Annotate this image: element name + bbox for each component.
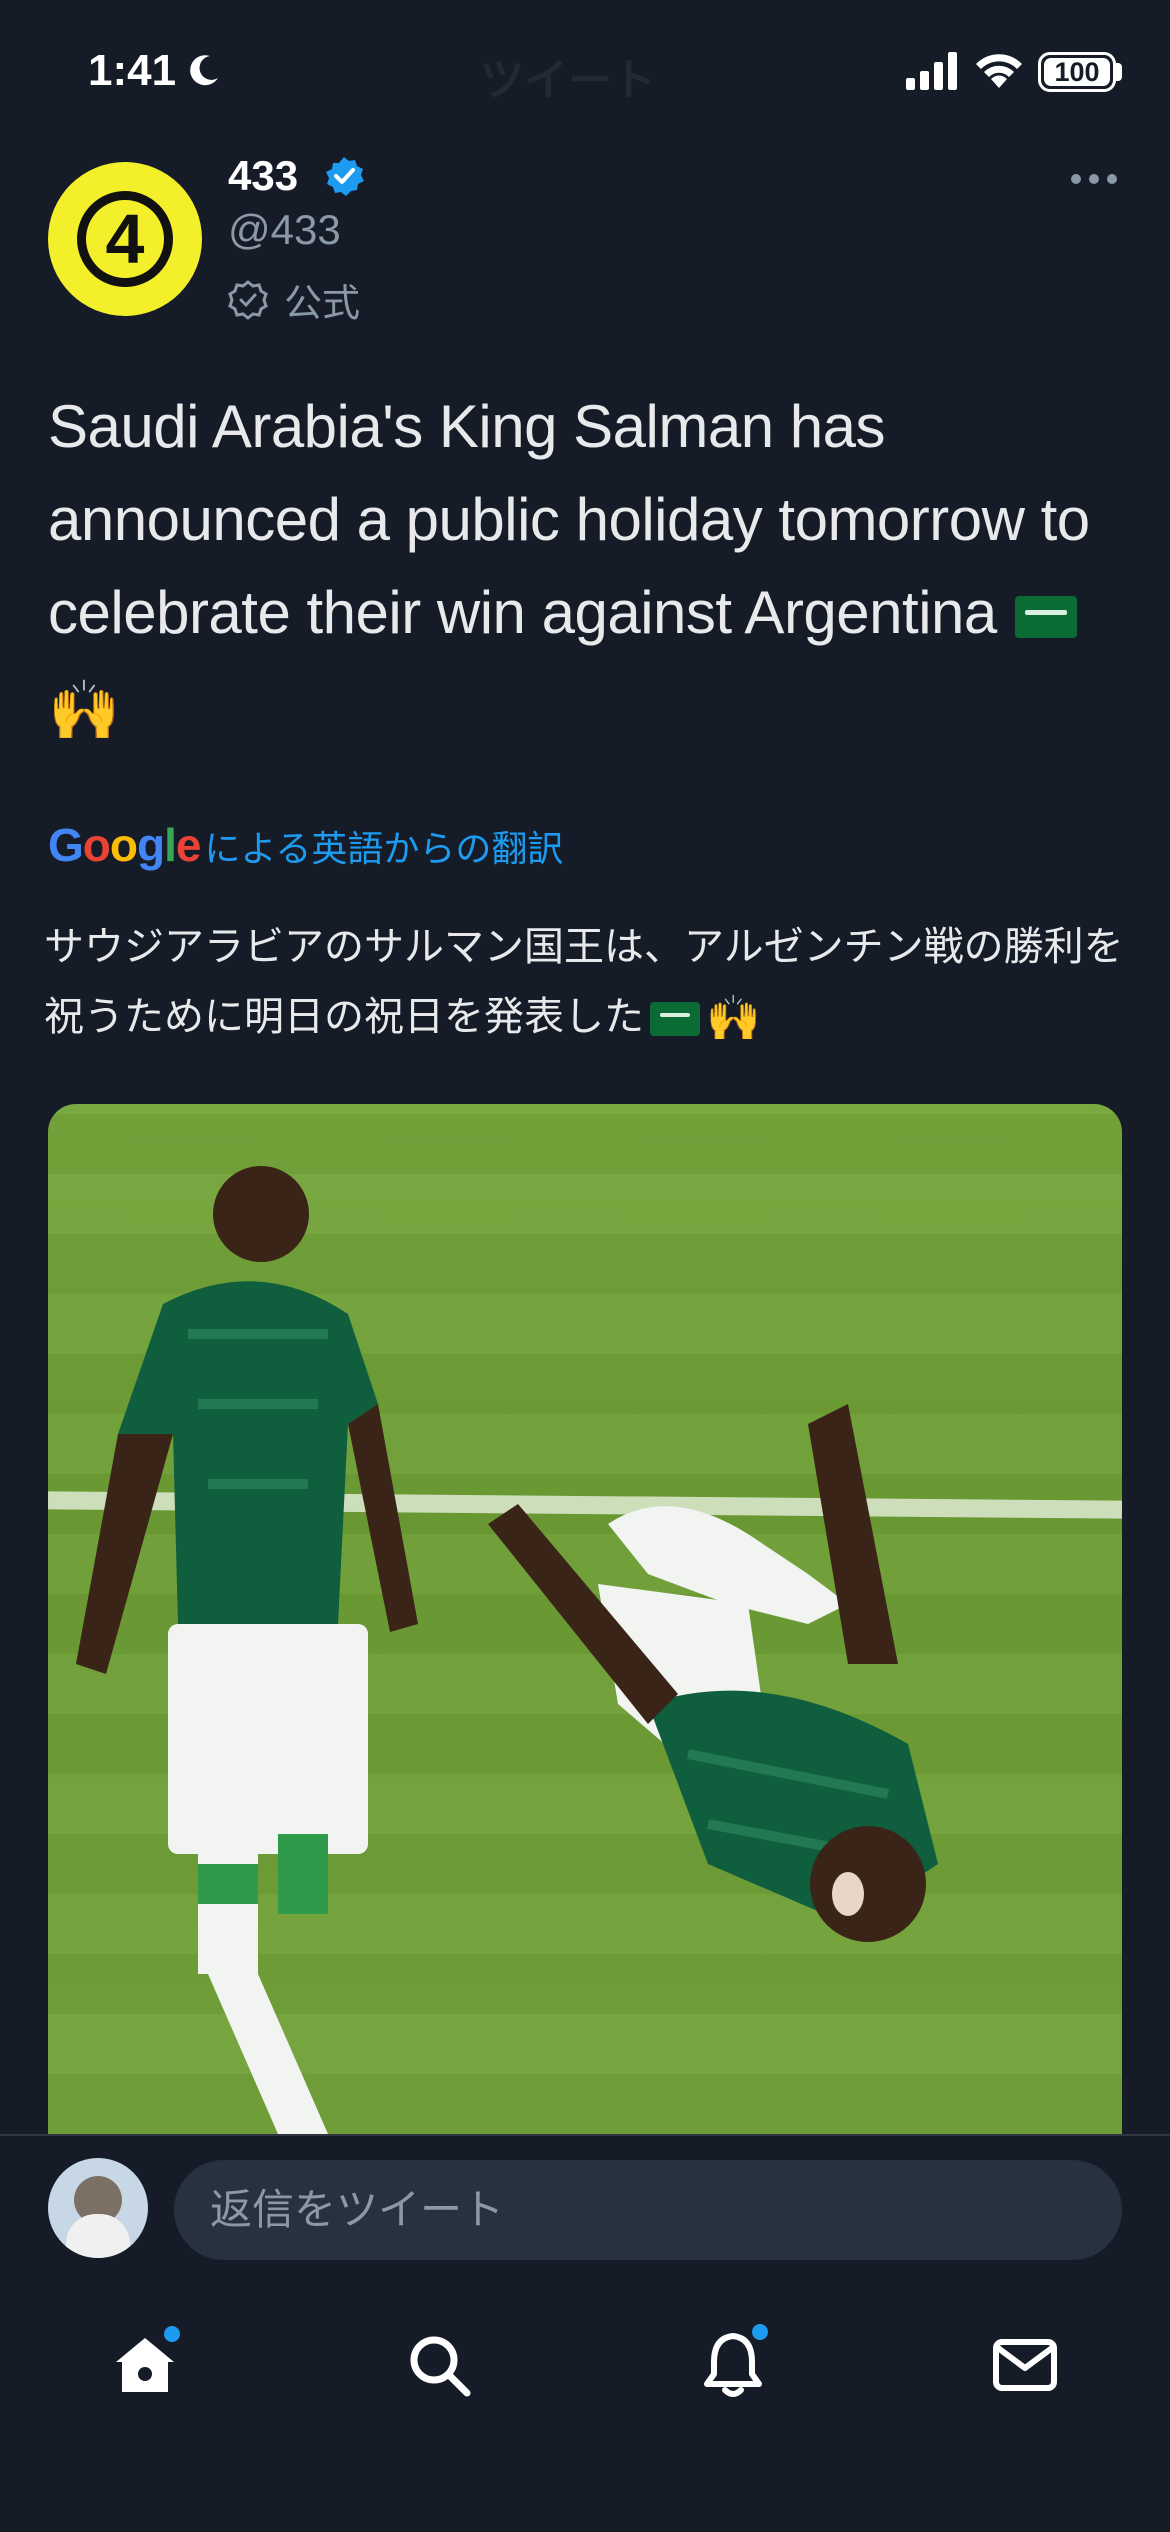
tab-search[interactable] — [394, 2320, 484, 2410]
tweet-detail-screen: 1:41 ツイート 100 4 433 @433 公式 Saudi Arabia… — [0, 0, 1170, 2532]
tab-home[interactable] — [100, 2320, 190, 2410]
status-time: 1:41 — [88, 46, 177, 95]
battery-tip — [1116, 63, 1122, 81]
bottom-tab-bar — [0, 2264, 1170, 2532]
mail-icon — [993, 2339, 1057, 2391]
raised-hands-emoji-translation: 🙌 — [706, 994, 761, 1044]
notification-dot — [752, 2324, 768, 2340]
home-notification-dot — [164, 2326, 180, 2342]
bell-icon — [704, 2333, 762, 2397]
official-badge-icon — [228, 279, 268, 320]
tab-notifications[interactable] — [688, 2320, 778, 2410]
author-handle[interactable]: @433 — [228, 206, 341, 254]
saudi-flag-icon — [1014, 596, 1077, 639]
translation-label: による英語からの翻訳 — [204, 828, 564, 869]
raised-hands-emoji: 🙌 — [48, 677, 120, 743]
players-illustration — [76, 1166, 938, 2134]
google-logo-letter: e — [175, 819, 202, 871]
author-avatar[interactable]: 4 — [48, 162, 202, 316]
reply-input[interactable] — [174, 2160, 1122, 2260]
status-bar: 1:41 ツイート 100 — [0, 0, 1170, 140]
saudi-flag-icon-translation — [650, 1002, 700, 1037]
google-logo-text: Google — [48, 819, 202, 871]
tweet-text-body: Saudi Arabia's King Salman has announced… — [48, 393, 1090, 646]
official-label-row: 公式 — [228, 272, 360, 327]
google-logo: Google — [48, 818, 202, 872]
author-display-name[interactable]: 433 — [228, 152, 298, 200]
tweet-text: Saudi Arabia's King Salman has announced… — [48, 380, 1128, 757]
google-logo-letter: o — [109, 819, 138, 871]
header-title: ツイート — [480, 56, 656, 105]
google-logo-letter: g — [137, 819, 165, 871]
tab-messages[interactable] — [980, 2320, 1070, 2410]
moon-icon — [190, 55, 218, 86]
translated-text: サウジアラビアのサルマン国王は、アルゼンチン戦の勝利を祝うために明日の祝日を発表… — [44, 912, 1134, 1054]
google-logo-letter: G — [48, 819, 84, 871]
reply-bar — [0, 2134, 1170, 2264]
google-logo-letter: o — [82, 819, 111, 871]
translated-text-body: サウジアラビアのサルマン国王は、アルゼンチン戦の勝利を祝うために明日の祝日を発表… — [44, 925, 1124, 1039]
translation-attribution[interactable]: Google による英語からの翻訳 — [48, 818, 563, 872]
tweet-photo[interactable] — [48, 1104, 1122, 2134]
more-options-icon[interactable] — [1070, 164, 1118, 194]
battery-indicator: 100 — [1038, 52, 1116, 92]
search-icon — [410, 2336, 471, 2397]
battery-level: 100 — [1054, 56, 1100, 87]
verified-badge-icon — [326, 157, 364, 196]
signal-icon — [906, 52, 957, 90]
google-logo-letter: l — [164, 819, 177, 871]
current-user-avatar[interactable] — [48, 2158, 148, 2258]
official-label: 公式 — [284, 283, 361, 325]
avatar-logo: 4 — [77, 191, 173, 287]
wifi-icon — [976, 54, 1022, 88]
